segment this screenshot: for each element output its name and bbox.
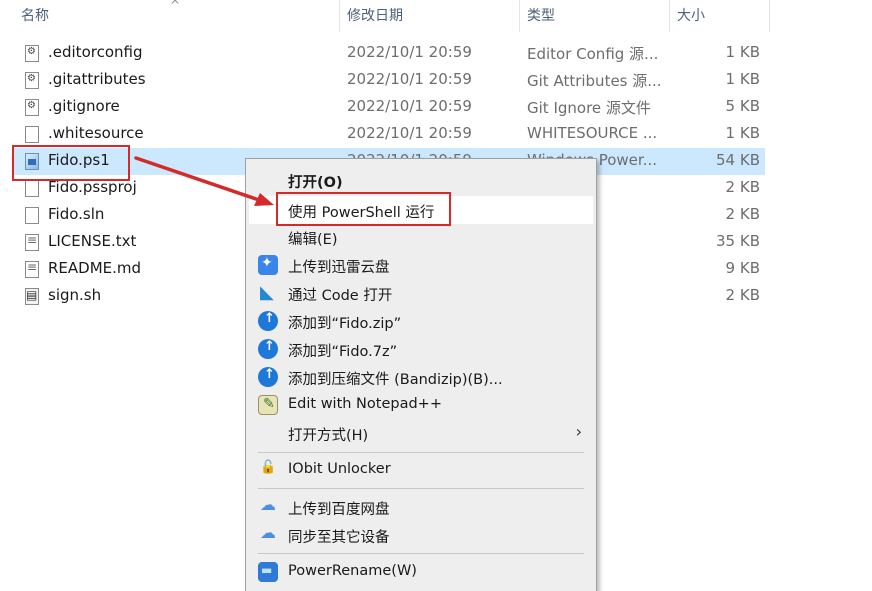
menu-item-label: 添加到“Fido.zip” <box>288 316 402 332</box>
file-name: .gitignore <box>48 97 120 115</box>
config-file-icon <box>25 45 39 62</box>
menu-item-label: 通过 Code 打开 <box>288 288 393 304</box>
bandizip-icon <box>258 311 278 331</box>
menu-item-label: 上传到百度网盘 <box>288 502 390 518</box>
menu-separator <box>258 488 584 489</box>
unlock-icon <box>258 460 278 480</box>
powerrename-icon <box>258 562 278 582</box>
menu-item-open-with[interactable]: 打开方式(H) › <box>246 419 596 447</box>
menu-item-label: 添加到“Fido.7z” <box>288 344 398 360</box>
menu-item-sync-devices[interactable]: 同步至其它设备 <box>246 521 596 549</box>
menu-item-powerrename[interactable]: PowerRename(W) <box>246 558 596 586</box>
text-file-icon <box>25 233 39 251</box>
menu-item-highlight-box <box>276 192 451 226</box>
xunlei-icon <box>258 255 278 275</box>
baidu-netdisk-icon <box>258 495 278 517</box>
file-type: Git Ignore 源文件 <box>527 99 651 117</box>
file-size: 2 KB <box>725 178 760 196</box>
file-date: 2022/10/1 20:59 <box>347 43 472 61</box>
file-size: 2 KB <box>725 205 760 223</box>
menu-item-label: 上传到迅雷云盘 <box>288 260 390 276</box>
file-highlight-box <box>12 145 130 181</box>
file-name: Fido.sln <box>48 205 105 223</box>
menu-item-label: 添加到压缩文件 (Bandizip)(B)... <box>288 372 503 388</box>
menu-item-upload-xunlei[interactable]: 上传到迅雷云盘 <box>246 251 596 279</box>
file-date: 2022/10/1 20:59 <box>347 124 472 142</box>
blank-file-icon <box>25 207 39 224</box>
file-size: 35 KB <box>716 232 760 250</box>
menu-item-edit[interactable]: 编辑(E) <box>246 223 596 251</box>
file-size: 9 KB <box>725 259 760 277</box>
menu-item-add-to-archive[interactable]: 添加到压缩文件 (Bandizip)(B)... <box>246 363 596 391</box>
column-divider[interactable] <box>769 0 770 32</box>
file-date: 2022/10/1 20:59 <box>347 97 472 115</box>
menu-item-label: IObit Unlocker <box>288 461 391 477</box>
file-name: .editorconfig <box>48 43 143 61</box>
blank-file-icon <box>25 126 39 143</box>
sort-ascending-icon: ^ <box>170 0 181 12</box>
menu-item-add-to-7z[interactable]: 添加到“Fido.7z” <box>246 335 596 363</box>
file-date: 2022/10/1 20:59 <box>347 70 472 88</box>
column-type-header[interactable]: 类型 <box>519 0 669 32</box>
file-name: README.md <box>48 259 142 277</box>
file-type: Editor Config 源... <box>527 45 659 63</box>
menu-item-add-to-zip[interactable]: 添加到“Fido.zip” <box>246 307 596 335</box>
column-date-header[interactable]: 修改日期 <box>339 0 519 32</box>
config-file-icon <box>25 99 39 116</box>
file-size: 54 KB <box>716 151 760 169</box>
column-header: 名称 ^ 修改日期 类型 大小 <box>0 0 872 32</box>
notepad-plus-plus-icon <box>258 395 278 415</box>
menu-separator <box>258 452 584 453</box>
file-size: 1 KB <box>725 43 760 61</box>
file-name: .gitattributes <box>48 70 146 88</box>
menu-item-iobit-unlocker[interactable]: IObit Unlocker <box>246 456 596 484</box>
menu-item-label: Edit with Notepad++ <box>288 396 442 412</box>
file-name: .whitesource <box>48 124 144 142</box>
config-file-icon <box>25 72 39 89</box>
file-row[interactable]: .editorconfig 2022/10/1 20:59 Editor Con… <box>13 40 765 67</box>
blank-file-icon <box>25 180 39 197</box>
chevron-right-icon: › <box>575 422 582 441</box>
file-name: LICENSE.txt <box>48 232 137 250</box>
menu-item-open-with-code[interactable]: 通过 Code 打开 <box>246 279 596 307</box>
file-size: 5 KB <box>725 97 760 115</box>
bandizip-icon <box>258 339 278 359</box>
file-row[interactable]: .gitattributes 2022/10/1 20:59 Git Attri… <box>13 67 765 94</box>
column-size-header[interactable]: 大小 <box>669 0 769 32</box>
file-row[interactable]: .whitesource 2022/10/1 20:59 WHITESOURCE… <box>13 121 765 148</box>
menu-item-label: 编辑(E) <box>288 232 338 248</box>
file-size: 1 KB <box>725 124 760 142</box>
file-size: 2 KB <box>725 286 760 304</box>
menu-item-label: 打开方式(H) <box>288 428 369 444</box>
menu-item-open[interactable]: 打开(O) <box>246 166 596 194</box>
file-row[interactable]: .gitignore 2022/10/1 20:59 Git Ignore 源文… <box>13 94 765 121</box>
markdown-file-icon <box>25 260 39 278</box>
vscode-icon <box>258 282 278 303</box>
menu-item-label: 打开(O) <box>288 175 343 191</box>
file-size: 1 KB <box>725 70 760 88</box>
file-name: sign.sh <box>48 286 102 304</box>
menu-item-edit-notepad-plus-plus[interactable]: Edit with Notepad++ <box>246 391 596 419</box>
file-type: WHITESOURCE ... <box>527 124 658 142</box>
menu-item-upload-baidu[interactable]: 上传到百度网盘 <box>246 493 596 521</box>
bandizip-icon <box>258 367 278 387</box>
file-type: Git Attributes 源... <box>527 72 662 90</box>
baidu-netdisk-icon <box>258 523 278 545</box>
menu-item-label: PowerRename(W) <box>288 563 417 579</box>
menu-separator <box>258 553 584 554</box>
shell-script-icon <box>25 288 39 305</box>
menu-item-label: 同步至其它设备 <box>288 530 390 546</box>
